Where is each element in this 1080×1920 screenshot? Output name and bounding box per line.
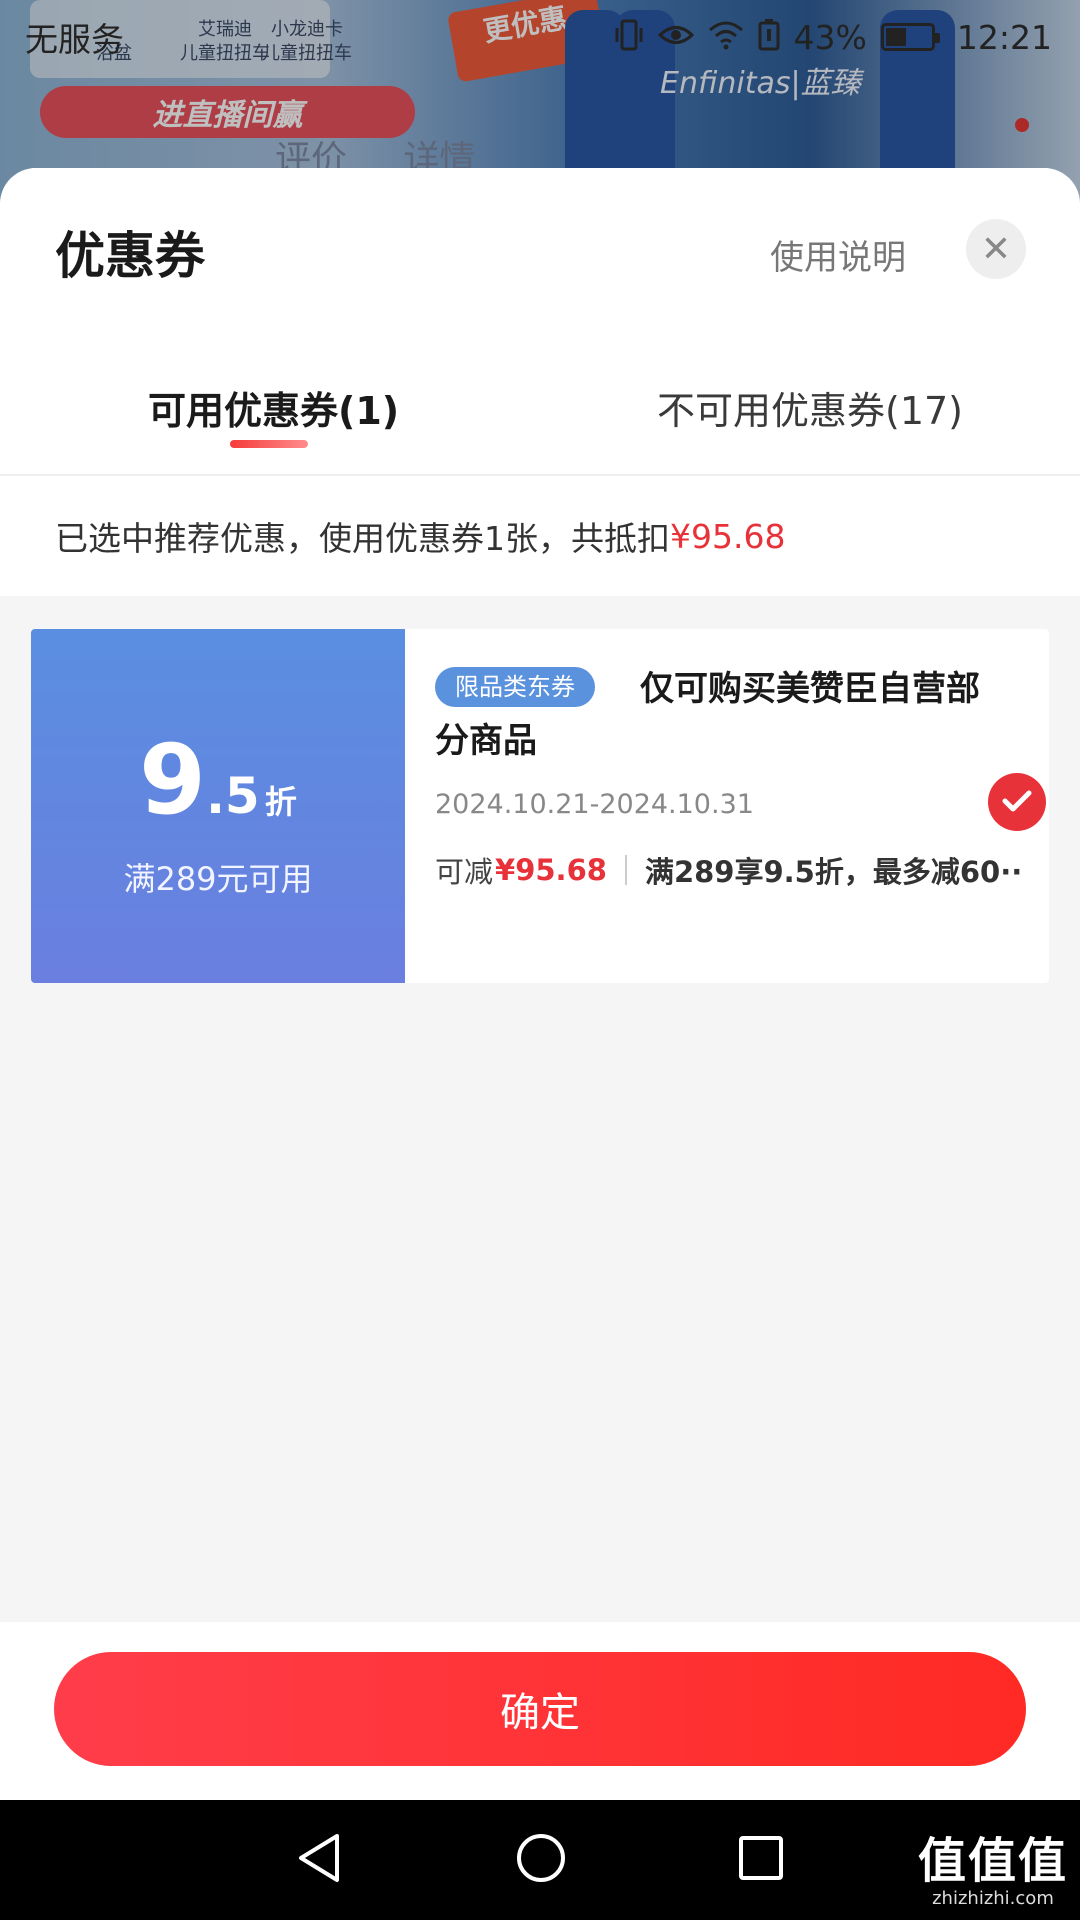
status-icons: 43% 12:21: [614, 18, 1052, 57]
check-icon: [1002, 782, 1032, 822]
battery-percent: 43%: [793, 17, 867, 57]
coupon-card[interactable]: 9.5 折 满289元可用 仅可购买美赞臣自营部分商品 限品类东券 2024.1…: [31, 629, 1049, 983]
sheet-header: 优惠券 使用说明 ✕ 可用优惠券(1) 不可用优惠券(17): [0, 168, 1080, 476]
recent-apps-icon[interactable]: [737, 1834, 785, 1886]
coupon-discount: 9.5 折: [31, 724, 405, 836]
coupon-deduction: 可减 ¥95.68 满289享9.5折，最多减60··: [435, 849, 1022, 891]
summary-amount: ¥95.68: [670, 516, 786, 556]
separator: [624, 855, 627, 885]
close-icon: ✕: [980, 228, 1012, 270]
discount-unit: 折: [264, 783, 297, 821]
coupon-details: 仅可购买美赞臣自营部分商品 限品类东券 2024.10.21-2024.10.3…: [405, 629, 1049, 983]
close-button[interactable]: ✕: [966, 219, 1026, 279]
active-tab-indicator: [230, 440, 308, 448]
usage-instructions-link[interactable]: 使用说明: [770, 230, 906, 279]
watermark-logo: 值值值: [917, 1833, 1068, 1889]
tab-unavailable-coupons[interactable]: 不可用优惠券(17): [657, 380, 963, 435]
coupon-value-panel: 9.5 折 满289元可用: [31, 629, 405, 983]
page-indicator-dot: [1015, 118, 1029, 132]
coupon-validity: 2024.10.21-2024.10.31: [435, 789, 754, 820]
selection-summary: 已选中推荐优惠，使用优惠券1张，共抵扣 ¥95.68: [0, 476, 1080, 596]
home-icon[interactable]: [515, 1832, 567, 1888]
sheet-footer: 确定: [0, 1622, 1080, 1800]
battery-icon: [880, 23, 940, 51]
watermark: 值值值 zhizhizhi.com: [918, 1834, 1068, 1909]
eye-icon: [657, 20, 694, 55]
discount-decimal: .5: [205, 767, 260, 825]
status-bar: 无服务 43% 12:21: [0, 0, 1080, 74]
sheet-title: 优惠券: [55, 227, 205, 285]
coupon-category-tag: 限品类东券: [435, 667, 595, 707]
selected-checkbox[interactable]: [988, 773, 1046, 831]
confirm-button[interactable]: 确定: [54, 1652, 1026, 1766]
coupon-sheet: 优惠券 使用说明 ✕ 可用优惠券(1) 不可用优惠券(17) 已选中推荐优惠，使…: [0, 168, 1080, 1800]
back-icon[interactable]: [295, 1832, 345, 1888]
battery-saver-icon: [758, 18, 780, 56]
coupon-rule: 满289享9.5折，最多减60··: [644, 855, 1023, 889]
deduct-label: 可减: [435, 855, 494, 889]
coupon-threshold: 满289元可用: [123, 860, 313, 898]
discount-integer: 9: [139, 724, 206, 836]
deduct-amount: ¥95.68: [495, 853, 607, 887]
wifi-icon: [708, 20, 744, 55]
vibrate-icon: [614, 18, 644, 57]
tab-available-coupons[interactable]: 可用优惠券(1): [148, 380, 399, 435]
carrier-text: 无服务: [25, 20, 124, 59]
clock: 12:21: [956, 17, 1052, 57]
watermark-url: zhizhizhi.com: [932, 1888, 1054, 1909]
summary-text: 已选中推荐优惠，使用优惠券1张，共抵扣: [55, 519, 670, 558]
